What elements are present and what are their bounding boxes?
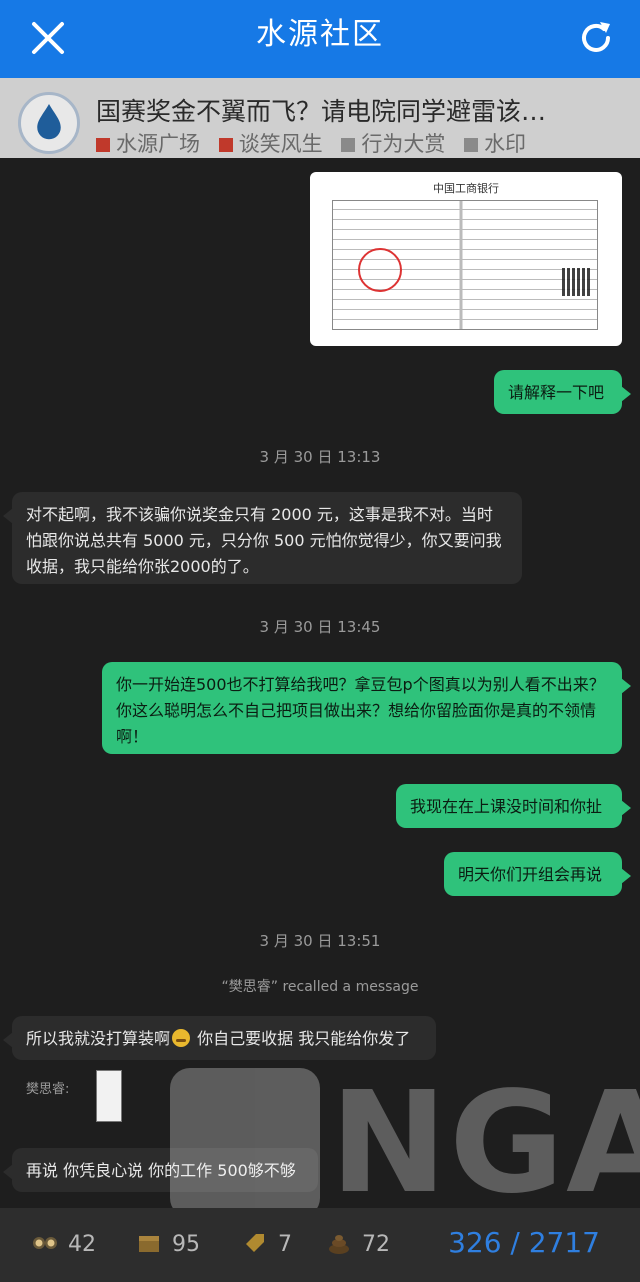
tag-square-icon <box>464 138 479 152</box>
tag-square-icon <box>218 138 233 152</box>
tag-icon <box>246 1234 264 1252</box>
bank-seal-icon <box>358 248 402 292</box>
message-bubble-sent[interactable]: 请解释一下吧 <box>494 370 631 414</box>
box-icon <box>139 1236 159 1252</box>
tag-square[interactable]: 水源广场 <box>96 132 200 156</box>
timestamp: 3 月 30 日 13:51 <box>259 932 381 950</box>
top-bar: 水源社区 <box>0 0 640 78</box>
stat-tag[interactable]: 7 <box>242 1230 292 1257</box>
page-counter[interactable]: 326 / 2717 <box>448 1226 600 1259</box>
qr-code-icon <box>562 268 590 296</box>
thread-header[interactable]: 国赛奖金不翼而飞？请电院同学避雷该… 水源广场 谈笑风生 行为大赏 水印 <box>0 78 640 158</box>
thread-tags: 水源广场 谈笑风生 行为大赏 水印 <box>96 128 538 158</box>
refresh-icon[interactable] <box>574 16 618 60</box>
tag-square-icon <box>341 138 356 152</box>
message-bubble-sent[interactable]: 你一开始连500也不打算给我吧？拿豆包p个图真以为别人看不出来？你这么聪明怎么不… <box>102 662 631 754</box>
message-bubble-sent[interactable]: 明天你们开组会再说 <box>444 852 631 896</box>
receipt-title: 中国工商银行 <box>433 182 499 195</box>
quote-image-thumbnail[interactable] <box>96 1070 122 1122</box>
message-bubble-received[interactable]: 再说 你凭良心说 你的工作 500够不够 <box>3 1148 318 1192</box>
tag-behavior[interactable]: 行为大赏 <box>341 132 445 156</box>
recall-text: recalled a message <box>278 979 419 995</box>
stat-poop[interactable]: 72 <box>326 1230 390 1257</box>
tag-watermark[interactable]: 水印 <box>464 132 526 156</box>
stat-box[interactable]: 95 <box>136 1230 200 1257</box>
thread-title: 国赛奖金不翼而飞？请电院同学避雷该… <box>96 97 547 126</box>
message-bubble-received[interactable]: 所以我就没打算装啊 你自己要收据 我只能给你发了 <box>3 1016 436 1060</box>
recall-notice: “樊思睿” recalled a message <box>0 976 640 996</box>
timestamp: 3 月 30 日 13:13 <box>259 448 381 466</box>
tag-square-icon <box>96 138 110 152</box>
quote-author: 樊思睿: <box>26 1082 70 1097</box>
poop-icon <box>329 1235 349 1254</box>
timestamp: 3 月 30 日 13:45 <box>259 618 381 636</box>
chat-area[interactable]: 中国工商银行 请解释一下吧 3 月 30 日 13:13 对不起啊，我不该骗你说… <box>0 158 640 1208</box>
message-text: 你自己要收据 我只能给你发了 <box>192 1029 411 1048</box>
laughing-emoji-icon <box>172 1029 191 1047</box>
page-title: 水源社区 <box>256 17 384 52</box>
tag-talk[interactable]: 谈笑风生 <box>218 132 323 156</box>
bottom-bar: 42 95 7 72 326 / 2717 <box>0 1208 640 1282</box>
quoted-message[interactable]: 樊思睿: <box>12 1064 182 1134</box>
stat-glasses[interactable]: 42 <box>32 1230 96 1257</box>
message-text: 所以我就没打算装啊 <box>26 1029 171 1048</box>
message-bubble-sent[interactable]: 我现在在上课没时间和你扯 <box>396 784 631 828</box>
glasses-icon <box>33 1237 57 1249</box>
receipt-image-message[interactable]: 中国工商银行 <box>310 172 622 346</box>
bank-receipt-image: 中国工商银行 <box>328 178 604 340</box>
message-bubble-received[interactable]: 对不起啊，我不该骗你说奖金只有 2000 元，这事是我不对。当时怕跟你说总共有 … <box>3 492 522 584</box>
recall-user: “樊思睿” <box>221 979 279 995</box>
avatar <box>18 92 80 154</box>
water-drop-icon <box>37 104 61 140</box>
